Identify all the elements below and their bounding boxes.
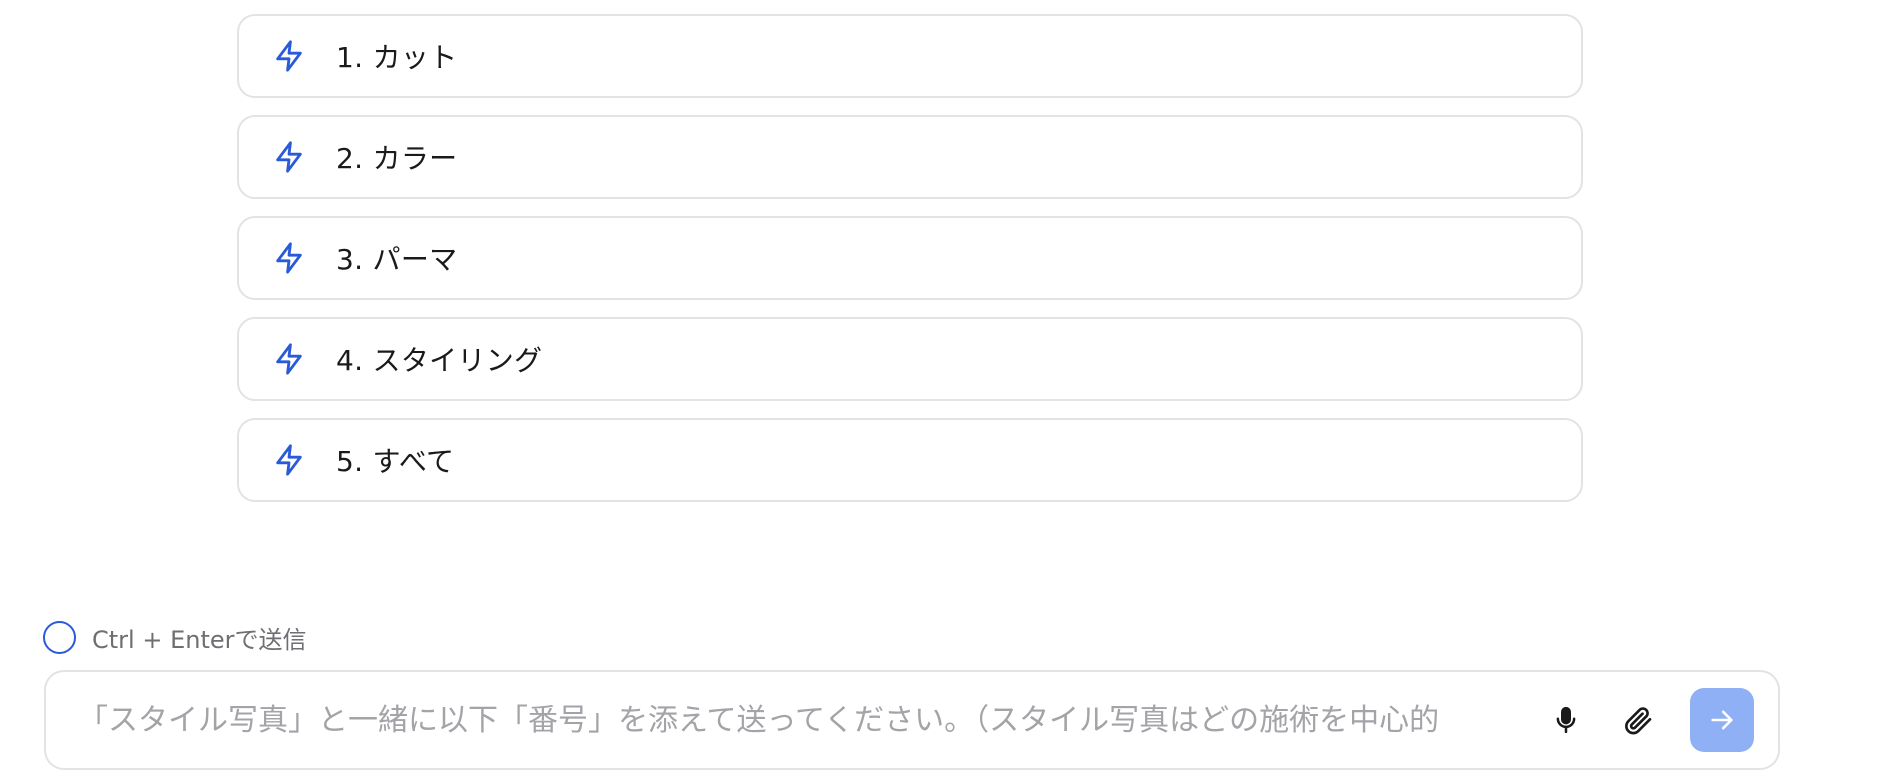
suggestion-options-list: 1. カット 2. カラー 3. パーマ 4. スタイリング 5. すべて (237, 14, 1583, 519)
option-label: 1. カット (336, 41, 458, 74)
option-label: 4. スタイリング (336, 344, 543, 377)
option-label: 5. すべて (336, 445, 455, 478)
bolt-icon (272, 443, 306, 477)
toggle-label: Ctrl + Enterで送信 (92, 626, 307, 654)
option-styling[interactable]: 4. スタイリング (237, 317, 1583, 401)
toggle-radio[interactable] (43, 621, 76, 654)
bolt-icon (272, 342, 306, 376)
option-color[interactable]: 2. カラー (237, 115, 1583, 199)
bolt-icon (272, 241, 306, 275)
paperclip-icon[interactable] (1614, 696, 1662, 744)
option-cut[interactable]: 1. カット (237, 14, 1583, 98)
arrow-right-icon (1708, 706, 1736, 734)
option-all[interactable]: 5. すべて (237, 418, 1583, 502)
option-perm[interactable]: 3. パーマ (237, 216, 1583, 300)
message-input[interactable] (46, 689, 1518, 751)
ctrl-enter-send-toggle[interactable]: Ctrl + Enterで送信 (43, 620, 307, 655)
option-label: 3. パーマ (336, 243, 458, 276)
option-label: 2. カラー (336, 142, 458, 175)
bolt-icon (272, 39, 306, 73)
message-composer (44, 670, 1780, 770)
bolt-icon (272, 140, 306, 174)
send-button[interactable] (1690, 688, 1754, 752)
microphone-icon[interactable] (1542, 696, 1590, 744)
